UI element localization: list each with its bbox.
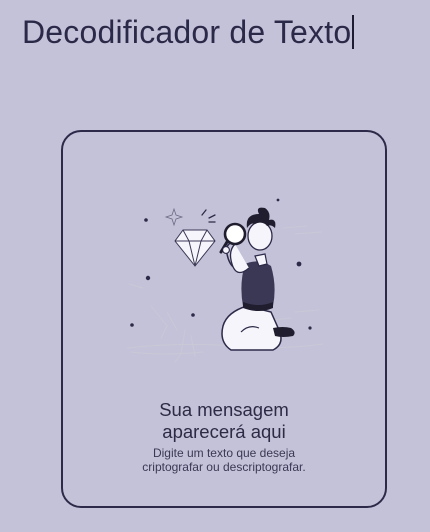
- page-title: Decodificador de Texto: [22, 14, 352, 50]
- empty-state-title-line-2: aparecerá aqui: [162, 421, 286, 442]
- empty-state-title-line-1: Sua mensagem: [159, 399, 289, 420]
- output-panel: Sua mensagem aparecerá aqui Digite um te…: [61, 130, 387, 508]
- text-cursor: [352, 15, 354, 49]
- empty-state-hint-line-1: Digite um texto que deseja: [152, 446, 296, 460]
- empty-state-hint: Digite um texto que deseja criptografar …: [63, 446, 385, 474]
- person-magnifier-illustration: [126, 198, 324, 363]
- empty-state-title: Sua mensagem aparecerá aqui: [63, 399, 385, 443]
- app-header: Decodificador de Texto: [22, 12, 422, 56]
- empty-state-hint-line-2: criptografar ou descriptografar.: [142, 460, 306, 474]
